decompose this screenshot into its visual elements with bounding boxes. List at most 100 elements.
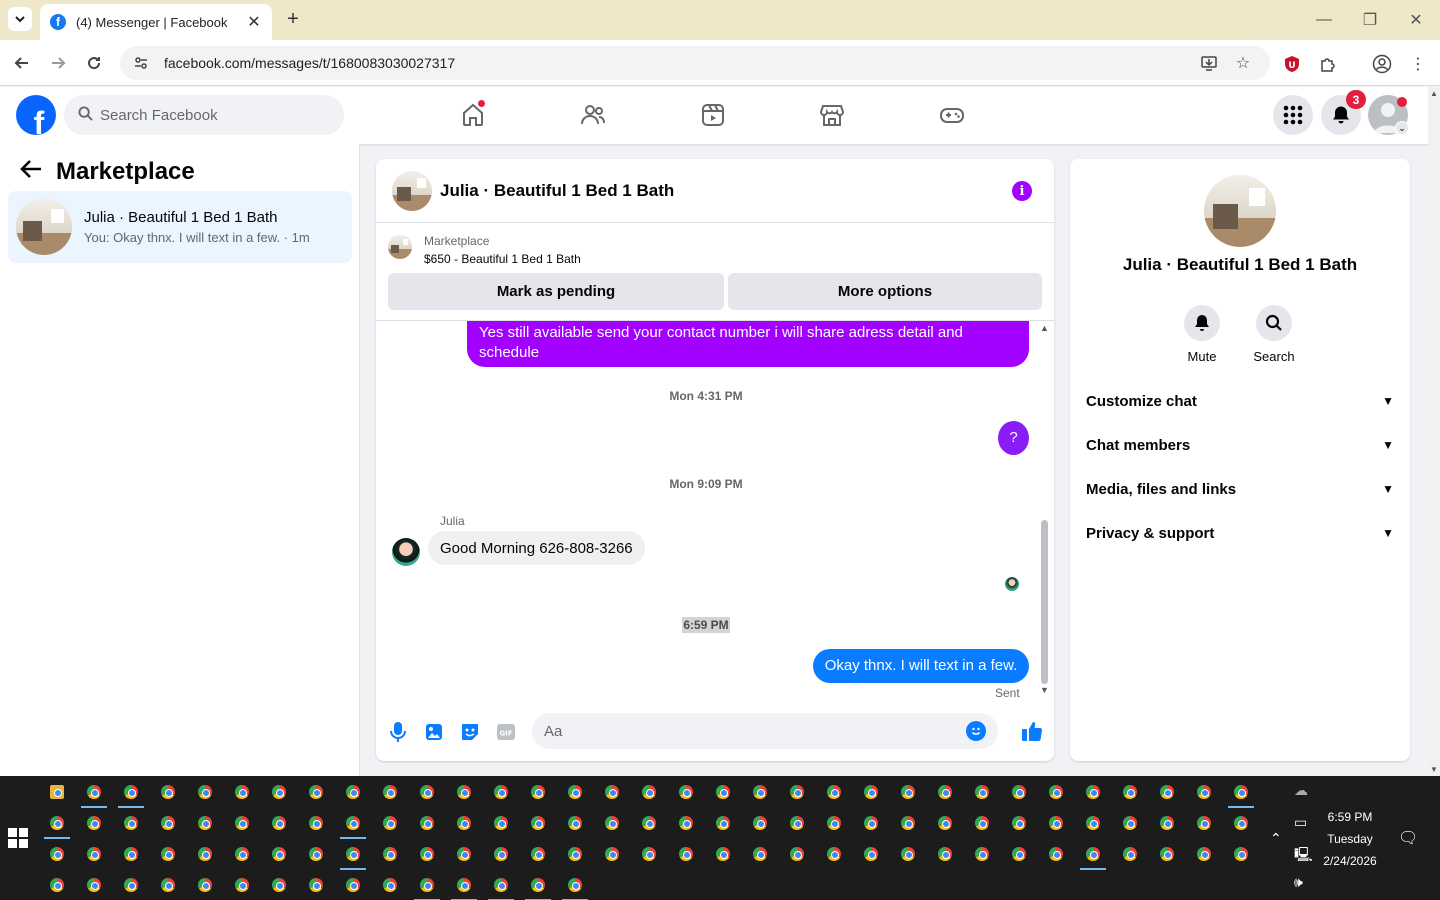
- nav-video[interactable]: [657, 95, 769, 135]
- outgoing-message[interactable]: ?: [998, 421, 1029, 455]
- chrome-taskbar-icon[interactable]: [1197, 785, 1211, 799]
- chrome-taskbar-icon[interactable]: [531, 847, 545, 861]
- chrome-taskbar-icon[interactable]: [827, 816, 841, 830]
- device-icon[interactable]: ▭: [1294, 814, 1307, 831]
- chrome-taskbar-icon[interactable]: [605, 785, 619, 799]
- chrome-profile-icon[interactable]: [1370, 52, 1394, 76]
- chrome-taskbar-icon[interactable]: [1123, 816, 1137, 830]
- onedrive-cloud-icon[interactable]: ☁: [1294, 782, 1308, 799]
- clock-day[interactable]: Tuesday: [1318, 832, 1382, 846]
- reload-button[interactable]: [82, 51, 106, 75]
- chrome-taskbar-icon[interactable]: [568, 847, 582, 861]
- chrome-taskbar-icon[interactable]: [901, 816, 915, 830]
- chrome-taskbar-icon[interactable]: [568, 816, 582, 830]
- chrome-taskbar-icon[interactable]: [827, 847, 841, 861]
- chrome-taskbar-icon[interactable]: [420, 878, 434, 892]
- chrome-taskbar-icon[interactable]: [901, 847, 915, 861]
- chrome-taskbar-icon[interactable]: [531, 816, 545, 830]
- scroll-up-arrow-icon[interactable]: ▲: [1430, 89, 1438, 98]
- chrome-taskbar-icon[interactable]: [272, 878, 286, 892]
- chrome-taskbar-icon[interactable]: [50, 847, 64, 861]
- chrome-taskbar-icon[interactable]: [1123, 785, 1137, 799]
- chrome-taskbar-icon[interactable]: [864, 785, 878, 799]
- bookmark-star-icon[interactable]: ☆: [1232, 52, 1254, 74]
- chrome-taskbar-icon[interactable]: [494, 847, 508, 861]
- close-window-button[interactable]: ✕: [1404, 8, 1428, 32]
- chrome-taskbar-icon[interactable]: [1012, 816, 1026, 830]
- chrome-taskbar-icon[interactable]: [383, 878, 397, 892]
- chrome-taskbar-icon[interactable]: [568, 785, 582, 799]
- scroll-down-arrow-icon[interactable]: ▼: [1430, 765, 1438, 774]
- chrome-taskbar-icon[interactable]: [1234, 785, 1248, 799]
- gif-icon[interactable]: GIF: [495, 721, 517, 743]
- restore-window-button[interactable]: ❐: [1358, 8, 1382, 32]
- customize-chat-section[interactable]: Customize chat ▼: [1078, 379, 1402, 423]
- chrome-taskbar-icon[interactable]: [568, 878, 582, 892]
- incoming-message[interactable]: Good Morning 626-808-3266: [428, 531, 645, 565]
- chrome-taskbar-icon[interactable]: [457, 847, 471, 861]
- back-arrow-icon[interactable]: [20, 158, 42, 186]
- chrome-taskbar-icon[interactable]: [1234, 816, 1248, 830]
- chrome-taskbar-icon[interactable]: [457, 816, 471, 830]
- chrome-taskbar-icon[interactable]: [1086, 785, 1100, 799]
- chrome-taskbar-icon[interactable]: [1197, 847, 1211, 861]
- account-chevron-icon[interactable]: ⌄: [1395, 121, 1409, 135]
- chrome-taskbar-icon[interactable]: [87, 878, 101, 892]
- thread-scrollbar-thumb[interactable]: [1041, 520, 1048, 684]
- photo-attach-icon[interactable]: [423, 721, 445, 743]
- chrome-taskbar-icon[interactable]: [50, 878, 64, 892]
- chrome-taskbar-icon[interactable]: [1160, 847, 1174, 861]
- chrome-taskbar-icon[interactable]: [272, 847, 286, 861]
- chrome-taskbar-icon[interactable]: [235, 785, 249, 799]
- chrome-taskbar-icon[interactable]: [346, 847, 360, 861]
- chrome-taskbar-icon[interactable]: [605, 847, 619, 861]
- chrome-taskbar-icon[interactable]: [938, 847, 952, 861]
- chrome-taskbar-icon[interactable]: [864, 847, 878, 861]
- listing-mini-thumbnail[interactable]: [388, 235, 412, 259]
- chrome-taskbar-icon[interactable]: [272, 816, 286, 830]
- chrome-taskbar-icon[interactable]: [753, 847, 767, 861]
- chrome-taskbar-icon[interactable]: [346, 816, 360, 830]
- chrome-taskbar-icon[interactable]: [198, 878, 212, 892]
- volume-icon[interactable]: 🕪: [1294, 874, 1303, 891]
- chrome-taskbar-icon[interactable]: [753, 816, 767, 830]
- thumbs-up-icon[interactable]: [1020, 719, 1044, 743]
- search-in-conversation-button[interactable]: Search: [1244, 305, 1304, 364]
- chrome-taskbar-icon[interactable]: [1234, 847, 1248, 861]
- chrome-taskbar-icon[interactable]: [716, 847, 730, 861]
- chrome-taskbar-icon[interactable]: [124, 878, 138, 892]
- conversation-info-icon[interactable]: i: [1012, 181, 1032, 201]
- nav-friends[interactable]: [537, 95, 649, 135]
- chrome-taskbar-icon[interactable]: [198, 847, 212, 861]
- chrome-taskbar-icon[interactable]: [753, 785, 767, 799]
- chrome-taskbar-icon[interactable]: [1012, 785, 1026, 799]
- chrome-taskbar-icon[interactable]: [679, 816, 693, 830]
- page-scrollbar[interactable]: ▲ ▼: [1428, 87, 1440, 776]
- chrome-taskbar-icon[interactable]: [309, 785, 323, 799]
- site-settings-icon[interactable]: [132, 54, 150, 72]
- tab-search-button[interactable]: [8, 7, 32, 31]
- browser-tab-messenger[interactable]: f (4) Messenger | Facebook ✕: [40, 4, 272, 40]
- more-options-button[interactable]: More options: [728, 273, 1042, 310]
- chrome-taskbar-icon[interactable]: [198, 785, 212, 799]
- conversation-avatar[interactable]: [1204, 175, 1276, 247]
- chrome-menu-icon[interactable]: ⋮: [1406, 52, 1430, 76]
- chrome-taskbar-icon[interactable]: [161, 878, 175, 892]
- outgoing-message[interactable]: Yes still available send your contact nu…: [467, 321, 1029, 367]
- ublock-extension-icon[interactable]: U: [1280, 52, 1304, 76]
- chrome-taskbar-icon[interactable]: [679, 785, 693, 799]
- minimize-window-button[interactable]: —: [1312, 8, 1336, 32]
- chat-members-section[interactable]: Chat members ▼: [1078, 423, 1402, 467]
- windows-start-icon[interactable]: [8, 828, 28, 848]
- nav-gaming[interactable]: [896, 95, 1008, 135]
- chrome-taskbar-icon[interactable]: [161, 785, 175, 799]
- chat-title[interactable]: Julia · Beautiful 1 Bed 1 Bath: [440, 181, 674, 201]
- chrome-taskbar-icon[interactable]: [198, 816, 212, 830]
- chrome-taskbar-icon[interactable]: [420, 816, 434, 830]
- install-app-icon[interactable]: [1198, 52, 1220, 74]
- chrome-taskbar-icon[interactable]: [531, 785, 545, 799]
- chrome-taskbar-icon[interactable]: [383, 785, 397, 799]
- chrome-taskbar-icon[interactable]: [1049, 847, 1063, 861]
- chrome-taskbar-icon[interactable]: [457, 878, 471, 892]
- chrome-taskbar-icon[interactable]: [1160, 785, 1174, 799]
